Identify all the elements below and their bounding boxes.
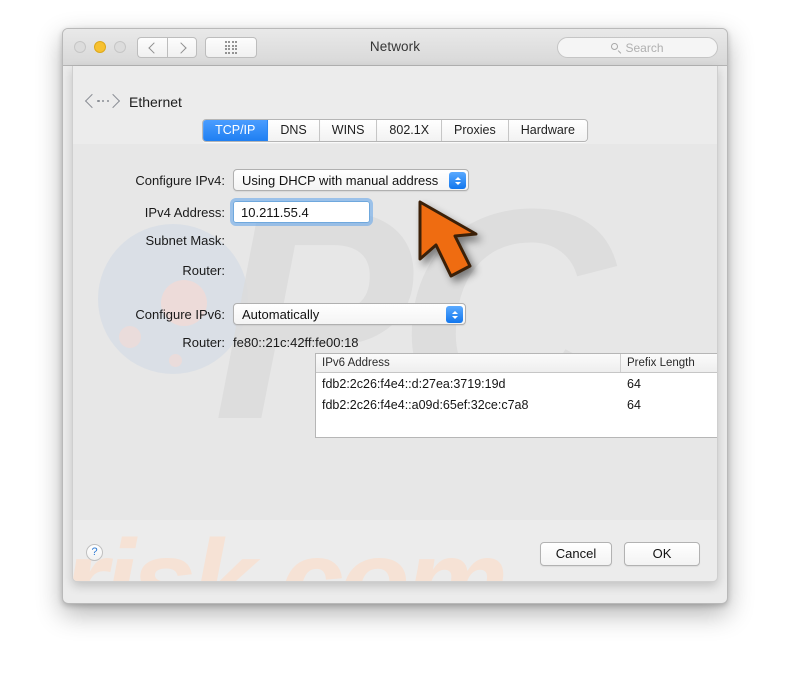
ok-button[interactable]: OK (624, 542, 700, 566)
search-input[interactable]: Search (557, 37, 718, 58)
service-name: Ethernet (129, 93, 182, 110)
configure-ipv4-select[interactable]: Using DHCP with manual address (233, 169, 469, 191)
configure-ipv6-row: Configure IPv6: Automatically (73, 303, 466, 325)
configure-ipv4-value: Using DHCP with manual address (242, 172, 439, 188)
ipv6-router-value: fe80::21c:42ff:fe00:18 (233, 335, 359, 350)
ipv6-router-row: Router: fe80::21c:42ff:fe00:18 (73, 335, 359, 350)
cell-prefix-length: 64 (627, 397, 641, 412)
tab-tcpip[interactable]: TCP/IP (203, 120, 269, 141)
ethernet-icon (84, 93, 121, 110)
subnet-mask-label: Subnet Mask: (145, 233, 226, 248)
cell-ipv6-address: fdb2:2c26:f4e4::d:27ea:3719:19d (322, 376, 506, 391)
tcpip-settings-sheet: Ethernet TCP/IP DNS WINS 802.1X Proxies … (72, 66, 718, 582)
watermark-dot (169, 354, 182, 367)
configure-ipv6-label: Configure IPv6: (135, 306, 225, 322)
tab-hardware[interactable]: Hardware (508, 120, 587, 141)
column-header-prefix-length[interactable]: Prefix Length (621, 354, 717, 372)
ipv4-address-row: IPv4 Address: 10.211.55.4 (73, 198, 373, 226)
ipv6-router-label: Router: (182, 335, 225, 350)
ipv4-router-row: Router: (73, 263, 233, 278)
cell-ipv6-address: fdb2:2c26:f4e4::a09d:65ef:32ce:c7a8 (322, 397, 529, 412)
configure-ipv6-value: Automatically (242, 306, 320, 322)
table-header-row: IPv6 Address Prefix Length (316, 354, 717, 373)
window-titlebar: Network Search (63, 29, 727, 66)
ipv6-address-table[interactable]: IPv6 Address Prefix Length fdb2:2c26:f4e… (315, 353, 717, 438)
search-icon (611, 43, 620, 52)
tab-wins[interactable]: WINS (319, 120, 378, 141)
subnet-mask-row: Subnet Mask: (73, 233, 233, 248)
ipv4-address-label: IPv4 Address: (144, 204, 225, 220)
tab-proxies[interactable]: Proxies (442, 120, 509, 141)
service-header: Ethernet (84, 93, 182, 110)
chevron-updown-icon (446, 306, 463, 323)
tab-bar: TCP/IP DNS WINS 802.1X Proxies Hardware (202, 119, 588, 142)
tcpip-content-panel: PC risk.com Configure IPv4: Using DHCP w… (73, 144, 717, 581)
help-button[interactable]: ? (86, 544, 103, 561)
table-row[interactable]: fdb2:2c26:f4e4::a09d:65ef:32ce:c7a8 64 (316, 394, 717, 415)
column-header-ipv6-address[interactable]: IPv6 Address (316, 354, 621, 372)
tab-8021x[interactable]: 802.1X (377, 120, 443, 141)
table-row[interactable]: fdb2:2c26:f4e4::d:27ea:3719:19d 64 (316, 373, 717, 394)
configure-ipv6-select[interactable]: Automatically (233, 303, 466, 325)
tab-dns[interactable]: DNS (268, 120, 320, 141)
cancel-button[interactable]: Cancel (540, 542, 612, 566)
search-placeholder: Search (625, 40, 664, 55)
ipv4-router-label: Router: (182, 263, 225, 278)
watermark-text: risk.com (72, 517, 508, 582)
configure-ipv4-label: Configure IPv4: (135, 172, 225, 188)
chevron-updown-icon (449, 172, 466, 189)
network-preferences-window: Network Search Ethernet TCP/IP DNS WINS … (62, 28, 728, 604)
configure-ipv4-row: Configure IPv4: Using DHCP with manual a… (73, 169, 469, 191)
ipv4-address-input[interactable]: 10.211.55.4 (230, 198, 373, 226)
cell-prefix-length: 64 (627, 376, 641, 391)
